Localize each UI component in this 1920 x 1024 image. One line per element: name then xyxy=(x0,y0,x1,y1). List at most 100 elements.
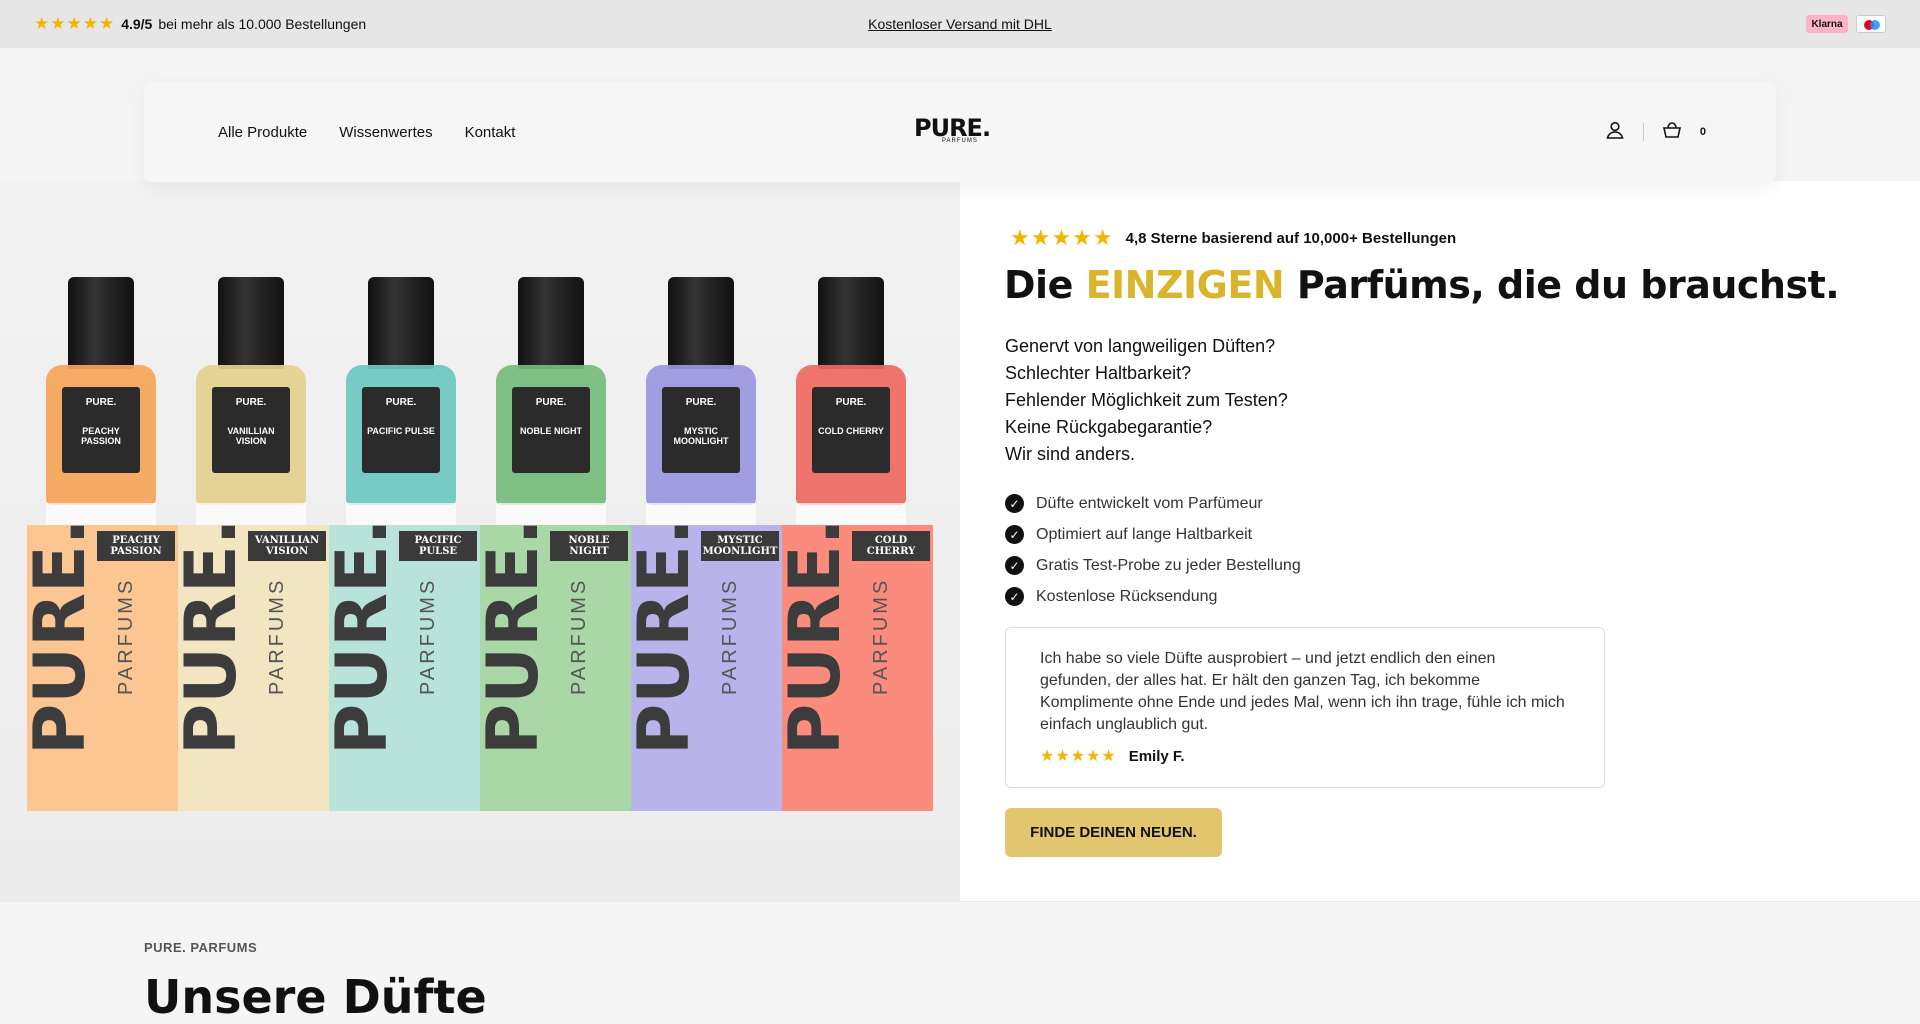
box-brand-sub: PARFUMS xyxy=(719,577,741,695)
box-brand-sub: PARFUMS xyxy=(568,577,590,695)
testimonial-card: Ich habe so viele Düfte ausprobiert – un… xyxy=(1005,627,1605,788)
cart-icon[interactable] xyxy=(1662,120,1682,145)
bottle-brand: PURE. xyxy=(85,397,117,408)
divider xyxy=(1642,123,1644,141)
benefit-label: Gratis Test-Probe zu jeder Bestellung xyxy=(1036,556,1301,574)
topbar-rating: ★★★★★ 4.9/5 bei mehr als 10.000 Bestellu… xyxy=(34,14,366,34)
box-brand-sub: PARFUMS xyxy=(266,577,288,695)
headline-pre: Die xyxy=(1004,263,1073,307)
box-scent-tag: PEACHY PASSION xyxy=(97,531,175,561)
perfume-box: COLD CHERRY PURE. PARFUMS xyxy=(782,525,933,811)
section-eyebrow: PURE. PARFUMS xyxy=(144,940,258,955)
check-icon: ✓ xyxy=(1005,525,1024,544)
nav-contact[interactable]: Kontakt xyxy=(465,124,516,141)
check-icon: ✓ xyxy=(1005,494,1024,513)
benefit-label: Optimiert auf lange Haltbarkeit xyxy=(1036,525,1253,543)
maestro-icon xyxy=(1856,15,1886,33)
perfume-box: NOBLE NIGHT PURE. PARFUMS xyxy=(480,525,631,811)
bottle-scent-name: NOBLE NIGHT xyxy=(520,426,582,436)
bottle-label: PURE. VANILLIAN VISION xyxy=(212,387,290,473)
announcement-bar: ★★★★★ 4.9/5 bei mehr als 10.000 Bestellu… xyxy=(0,0,1920,48)
intro-line: Fehlender Möglichkeit zum Testen? xyxy=(1005,390,1288,410)
benefit-item: ✓ Düfte entwickelt vom Parfümeur xyxy=(1005,488,1301,519)
bottle-brand: PURE. xyxy=(835,397,867,408)
products-section: PURE. PARFUMS Unsere Düfte xyxy=(0,901,1920,1024)
bottle-body: PURE. PEACHY PASSION xyxy=(46,365,156,505)
box-logo: PURE. xyxy=(782,525,856,755)
box-brand-sub: PARFUMS xyxy=(417,577,439,695)
hero-intro: Genervt von langweiligen Düften? Schlech… xyxy=(1005,333,1288,468)
bottle-cap xyxy=(818,277,884,369)
bottle-cap xyxy=(518,277,584,369)
bottle-cap xyxy=(668,277,734,369)
box-logo: PURE. xyxy=(178,525,252,755)
box-logo: PURE. xyxy=(480,525,554,755)
check-icon: ✓ xyxy=(1005,556,1024,575)
perfume-box: PACIFIC PULSE PURE. PARFUMS xyxy=(329,525,480,811)
benefit-item: ✓ Optimiert auf lange Haltbarkeit xyxy=(1005,519,1301,550)
bottle-label: PURE. PACIFIC PULSE xyxy=(362,387,440,473)
intro-line: Keine Rückgabegarantie? xyxy=(1005,417,1213,437)
site-header: Alle Produkte Wissenwertes Kontakt PURE.… xyxy=(144,82,1776,182)
bottle-scent-name: MYSTIC MOONLIGHT xyxy=(673,426,729,446)
benefit-label: Kostenlose Rücksendung xyxy=(1036,587,1218,605)
bottle-brand: PURE. xyxy=(685,397,717,408)
perfume-box: PEACHY PASSION PURE. PARFUMS xyxy=(27,525,178,811)
bottle-body: PURE. VANILLIAN VISION xyxy=(196,365,306,505)
main-nav: Alle Produkte Wissenwertes Kontakt xyxy=(218,124,515,141)
box-scent-tag: NOBLE NIGHT xyxy=(550,531,628,561)
bottle-body: PURE. COLD CHERRY xyxy=(796,365,906,505)
perfume-box: MYSTIC MOONLIGHT PURE. PARFUMS xyxy=(631,525,782,811)
perfume-box: VANILLIAN VISION PURE. PARFUMS xyxy=(178,525,329,811)
nav-all-products[interactable]: Alle Produkte xyxy=(218,124,307,141)
bottle-scent-name: VANILLIAN VISION xyxy=(227,426,275,446)
account-icon[interactable] xyxy=(1605,120,1625,145)
find-perfume-button[interactable]: FINDE DEINEN NEUEN. xyxy=(1005,808,1222,857)
bottle-label: PURE. NOBLE NIGHT xyxy=(512,387,590,473)
rating-text: bei mehr als 10.000 Bestellungen xyxy=(158,16,367,32)
section-heading: Unsere Düfte xyxy=(144,970,487,1024)
hero-rating-text: 4,8 Sterne basierend auf 10,000+ Bestell… xyxy=(1125,229,1457,247)
hero-product-image: PURE. PEACHY PASSION PEACHY PASSION PURE. PAR… xyxy=(0,181,960,901)
benefit-label: Düfte entwickelt vom Parfümeur xyxy=(1036,494,1263,512)
cart-count: 0 xyxy=(1699,126,1706,138)
bottle-body: PURE. MYSTIC MOONLIGHT xyxy=(646,365,756,505)
bottle-cap xyxy=(68,277,134,369)
hero-headline: Die EINZIGEN Parfüms, die du brauchst. xyxy=(1004,263,1840,307)
box-scent-tag: COLD CHERRY xyxy=(852,531,930,561)
site-logo[interactable]: PURE. PARFUMS xyxy=(914,114,1006,150)
intro-line: Genervt von langweiligen Düften? xyxy=(1005,336,1276,356)
bottle-cap xyxy=(368,277,434,369)
star-rating-icon: ★★★★★ xyxy=(1010,225,1114,250)
box-brand-sub: PARFUMS xyxy=(115,577,137,695)
bottle-cap xyxy=(218,277,284,369)
bottle-scent-name: PACIFIC PULSE xyxy=(367,426,435,436)
benefit-list: ✓ Düfte entwickelt vom Parfümeur ✓ Optimie… xyxy=(1005,488,1301,612)
intro-line: Schlechter Haltbarkeit? xyxy=(1005,363,1192,383)
bottle-brand: PURE. xyxy=(385,397,417,408)
hero-rating: ★★★★★ 4,8 Sterne basierend auf 10,000+ B… xyxy=(1010,225,1456,251)
shipping-link[interactable]: Kostenloser Versand mit DHL xyxy=(868,16,1052,32)
box-brand-sub: PARFUMS xyxy=(870,577,892,695)
benefit-item: ✓ Gratis Test-Probe zu jeder Bestellung xyxy=(1005,550,1301,581)
bottle-brand: PURE. xyxy=(235,397,267,408)
klarna-icon: Klarna xyxy=(1806,15,1848,33)
payment-methods: Klarna xyxy=(1806,15,1886,33)
bottle-label: PURE. COLD CHERRY xyxy=(812,387,890,473)
bottle-scent-name: PEACHY PASSION xyxy=(81,426,121,446)
intro-line: Wir sind anders. xyxy=(1005,444,1136,464)
box-logo: PURE. xyxy=(27,525,101,755)
box-logo: PURE. xyxy=(329,525,403,755)
rating-value: 4.9/5 xyxy=(121,16,153,32)
star-rating-icon: ★★★★★ xyxy=(1040,748,1117,765)
bottle-body: PURE. PACIFIC PULSE xyxy=(346,365,456,505)
nav-wissenwertes[interactable]: Wissenwertes xyxy=(339,124,432,141)
star-rating-icon: ★★★★★ xyxy=(34,14,116,33)
box-scent-tag: VANILLIAN VISION xyxy=(248,531,326,561)
box-scent-tag: PACIFIC PULSE xyxy=(399,531,477,561)
testimonial-text: Ich habe so viele Düfte ausprobiert – un… xyxy=(1040,650,1565,733)
author-name: Emily F. xyxy=(1128,747,1185,765)
headline-post: Parfüms, die du brauchst. xyxy=(1296,263,1840,307)
header-actions: 0 xyxy=(1605,120,1706,145)
bottle-scent-name: COLD CHERRY xyxy=(818,426,884,436)
